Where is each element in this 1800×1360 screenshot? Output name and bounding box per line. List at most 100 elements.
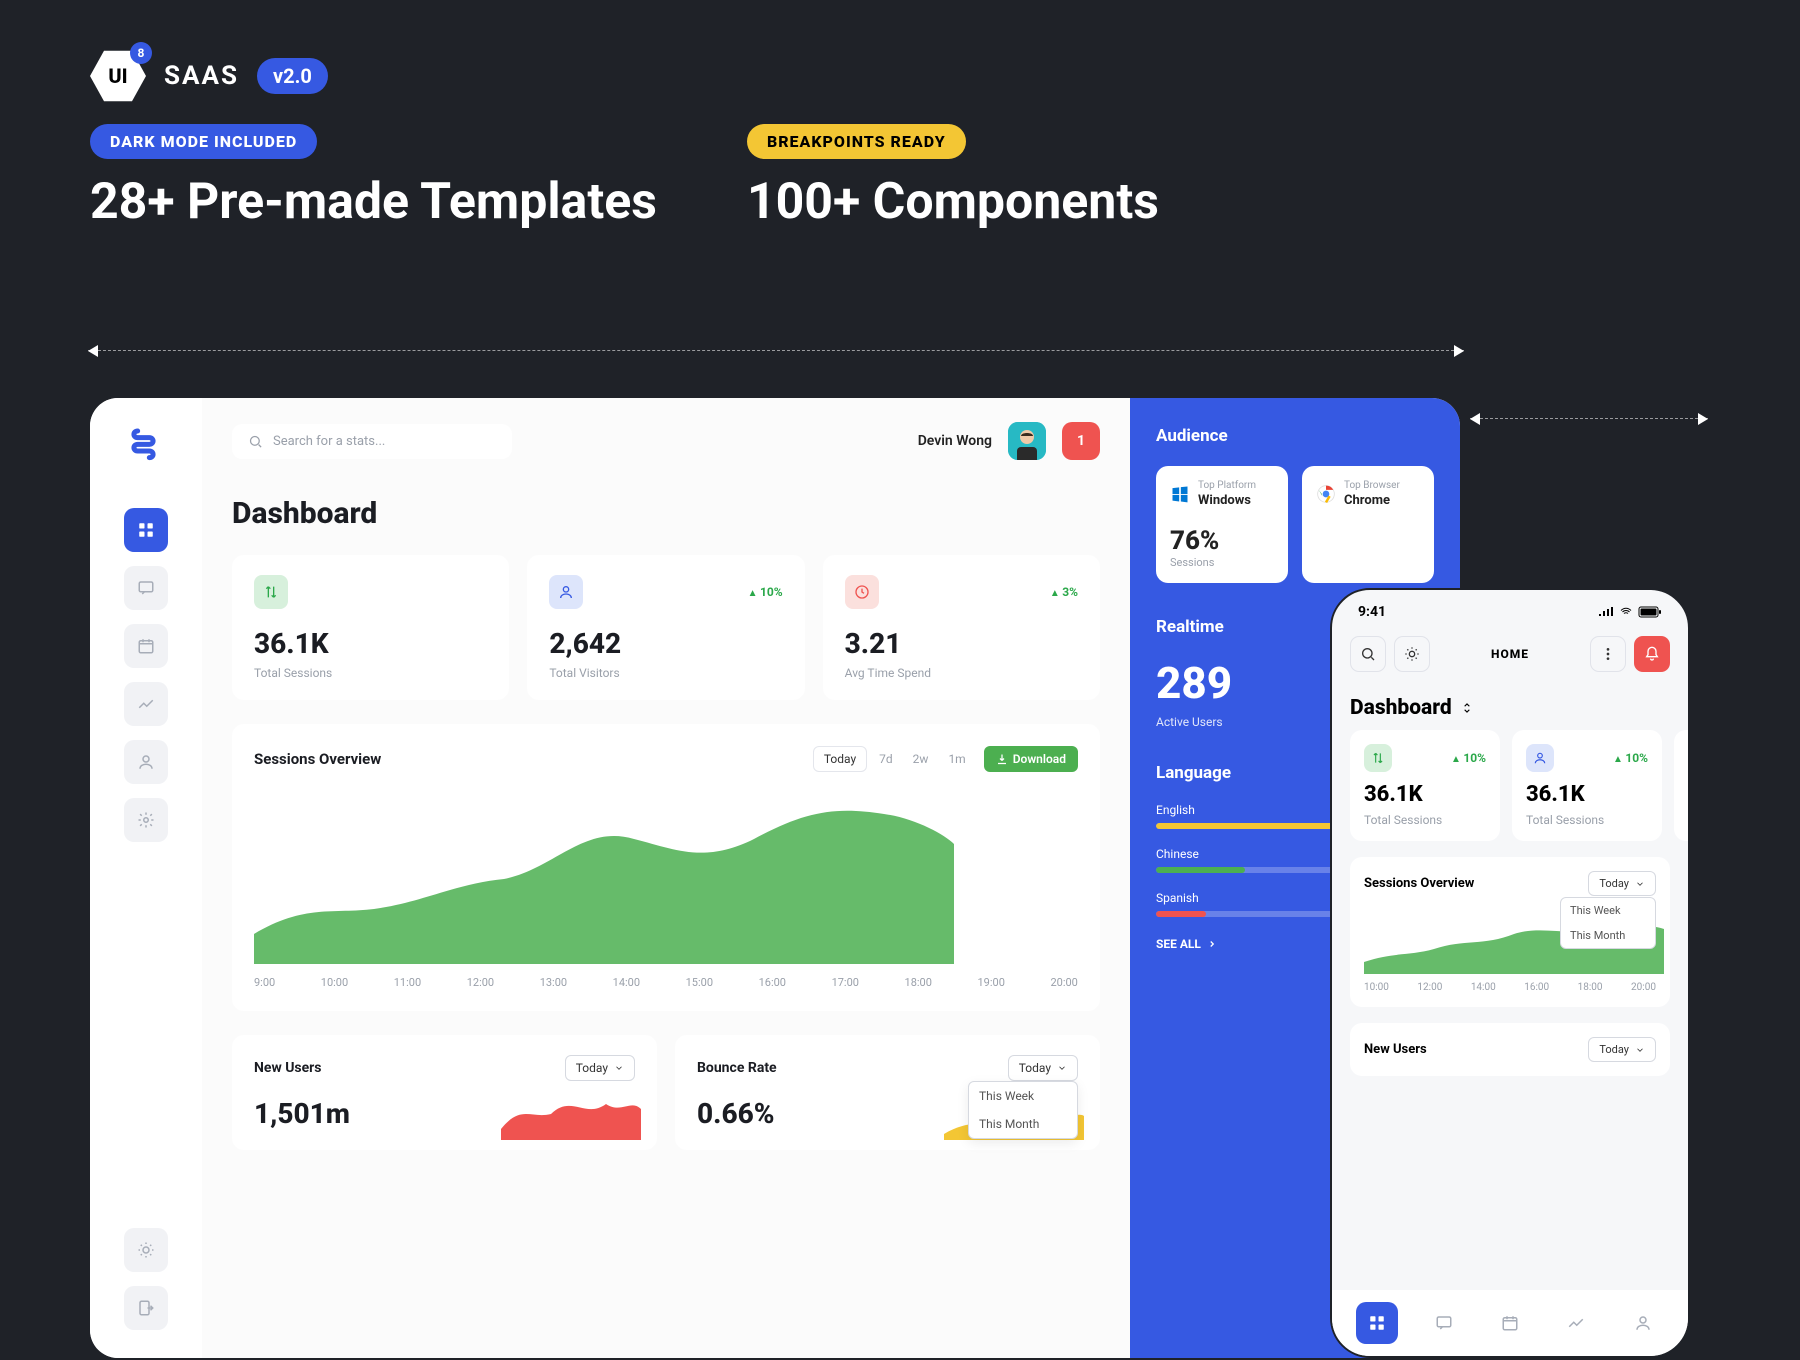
- card-title: New Users: [1364, 1042, 1427, 1057]
- logo-icon: [126, 426, 166, 466]
- card-title: New Users: [254, 1060, 322, 1076]
- nav-dashboard[interactable]: [124, 508, 168, 552]
- range-2w[interactable]: 2w: [905, 747, 937, 771]
- bounce-dropdown[interactable]: This Week This Month: [968, 1081, 1078, 1139]
- card-title: Sessions Overview: [254, 750, 381, 768]
- label: Top Browser: [1344, 480, 1400, 491]
- person-icon: [549, 575, 583, 609]
- mnav-dashboard[interactable]: [1356, 1302, 1398, 1344]
- ui8-badge: UI 8: [90, 48, 146, 104]
- mobile-theme-button[interactable]: [1394, 636, 1430, 672]
- avatar[interactable]: [1008, 422, 1046, 460]
- bounce-select[interactable]: Today: [1008, 1055, 1078, 1081]
- mobile-stat-2: 10% 36.1K Total Sessions: [1512, 730, 1662, 841]
- stat-value: 36.1K: [254, 627, 487, 660]
- stat-value: 36.1K: [1526, 782, 1648, 807]
- range-today[interactable]: Today: [813, 746, 867, 772]
- product-name: SAAS: [164, 61, 239, 91]
- sidebar: [90, 398, 202, 1358]
- nav-analytics[interactable]: [124, 682, 168, 726]
- mobile-page-title[interactable]: Dashboard: [1332, 682, 1688, 730]
- chevron-right-icon: [1207, 939, 1217, 949]
- stat-avg-time: 3% 3.21 Avg Time Spend: [823, 555, 1100, 700]
- top-browser-card: Top Browser Chrome: [1302, 466, 1434, 583]
- stat-label: Avg Time Spend: [845, 666, 1078, 680]
- dropdown-option-week[interactable]: This Week: [1561, 898, 1655, 923]
- mnav-profile[interactable]: [1622, 1302, 1664, 1344]
- dropdown-option-month[interactable]: This Month: [1561, 923, 1655, 948]
- mobile-more-button[interactable]: [1590, 636, 1626, 672]
- dark-mode-pill: DARK MODE INCLUDED: [90, 124, 317, 159]
- stat-value: 3.21: [845, 627, 1078, 660]
- stat-delta: 3%: [1050, 585, 1078, 599]
- audience-heading: Audience: [1156, 426, 1434, 446]
- download-button[interactable]: Download: [984, 746, 1078, 772]
- search-placeholder: Search for a stats...: [273, 434, 385, 449]
- selector-icon: [1460, 701, 1474, 715]
- width-ruler: [88, 350, 1464, 351]
- card-title: Sessions Overview: [1364, 876, 1474, 891]
- bounce-rate-card: Bounce Rate Today This Week This Month 0…: [675, 1035, 1100, 1150]
- chevron-down-icon: [1635, 1045, 1645, 1055]
- mnav-chat[interactable]: [1423, 1302, 1465, 1344]
- stat-delta: 10%: [748, 585, 783, 599]
- nav-logout[interactable]: [124, 1286, 168, 1330]
- arrows-icon: [1364, 744, 1392, 772]
- card-title: Bounce Rate: [697, 1060, 777, 1076]
- label: Top Platform: [1198, 480, 1256, 491]
- clock-icon: [845, 575, 879, 609]
- nav-settings[interactable]: [124, 798, 168, 842]
- mobile-home-label: HOME: [1491, 647, 1529, 661]
- chevron-down-icon: [1635, 879, 1645, 889]
- mobile-xaxis: 10:0012:0014:0016:0018:0020:00: [1364, 982, 1656, 993]
- stat-label: Total Sessions: [1526, 813, 1648, 827]
- sessions-overview-card: Sessions Overview Today 7d 2w 1m Downloa…: [232, 724, 1100, 1011]
- nav-theme[interactable]: [124, 1228, 168, 1272]
- new-users-select[interactable]: Today: [565, 1055, 635, 1081]
- mobile-stat-1: 10% 36.1K Total Sessions: [1350, 730, 1500, 841]
- download-label: Download: [1013, 752, 1066, 766]
- top-platform-card: Top Platform Windows 76% Sessions: [1156, 466, 1288, 583]
- stat-delta: 10%: [1613, 751, 1648, 765]
- value: Chrome: [1344, 493, 1400, 508]
- stat-delta: 10%: [1451, 751, 1486, 765]
- version-badge: v2.0: [257, 58, 328, 94]
- mobile-search-button[interactable]: [1350, 636, 1386, 672]
- mobile-sessions-card: Sessions Overview Today This Week This M…: [1350, 857, 1670, 1007]
- nav-users[interactable]: [124, 740, 168, 784]
- mobile-mockup: 9:41 HOME Dashboard 10% 36.1K Total Sess…: [1330, 588, 1690, 1358]
- mobile-sessions-dropdown[interactable]: This Week This Month: [1560, 897, 1656, 949]
- range-1m[interactable]: 1m: [940, 747, 973, 771]
- range-7d[interactable]: 7d: [871, 747, 901, 771]
- mnav-calendar[interactable]: [1489, 1302, 1531, 1344]
- mnav-analytics[interactable]: [1555, 1302, 1597, 1344]
- nav-calendar[interactable]: [124, 624, 168, 668]
- mobile-bottom-nav: [1332, 1290, 1688, 1356]
- person-icon: [1526, 744, 1554, 772]
- desktop-dashboard: Search for a stats... Devin Wong 1 Dashb…: [90, 398, 1460, 1358]
- chrome-icon: [1316, 484, 1336, 504]
- platform-pct: 76%: [1170, 526, 1274, 556]
- mobile-bell-button[interactable]: [1634, 636, 1670, 672]
- stat-label: Total Visitors: [549, 666, 782, 680]
- search-icon: [248, 434, 263, 449]
- notification-badge[interactable]: 1: [1062, 422, 1100, 460]
- download-icon: [996, 753, 1008, 765]
- chevron-down-icon: [1057, 1063, 1067, 1073]
- new-users-sparkline: [501, 1084, 641, 1140]
- nav-chat[interactable]: [124, 566, 168, 610]
- stat-total-visitors: 10% 2,642 Total Visitors: [527, 555, 804, 700]
- stat-value: 36.1K: [1364, 782, 1486, 807]
- mobile-new-users-select[interactable]: Today: [1588, 1037, 1656, 1062]
- dropdown-option-week[interactable]: This Week: [969, 1082, 1077, 1110]
- mobile-sessions-select[interactable]: Today: [1588, 871, 1656, 896]
- new-users-card: New Users Today 1,501m: [232, 1035, 657, 1150]
- stat-value: 2,642: [549, 627, 782, 660]
- stat-label: Total Sessions: [1364, 813, 1486, 827]
- stat-label: Total Sessions: [254, 666, 487, 680]
- mobile-new-users-card: New Users Today: [1350, 1023, 1670, 1076]
- search-input[interactable]: Search for a stats...: [232, 424, 512, 459]
- dropdown-option-month[interactable]: This Month: [969, 1110, 1077, 1138]
- value: Windows: [1198, 493, 1256, 508]
- breakpoints-pill: BREAKPOINTS READY: [747, 124, 966, 159]
